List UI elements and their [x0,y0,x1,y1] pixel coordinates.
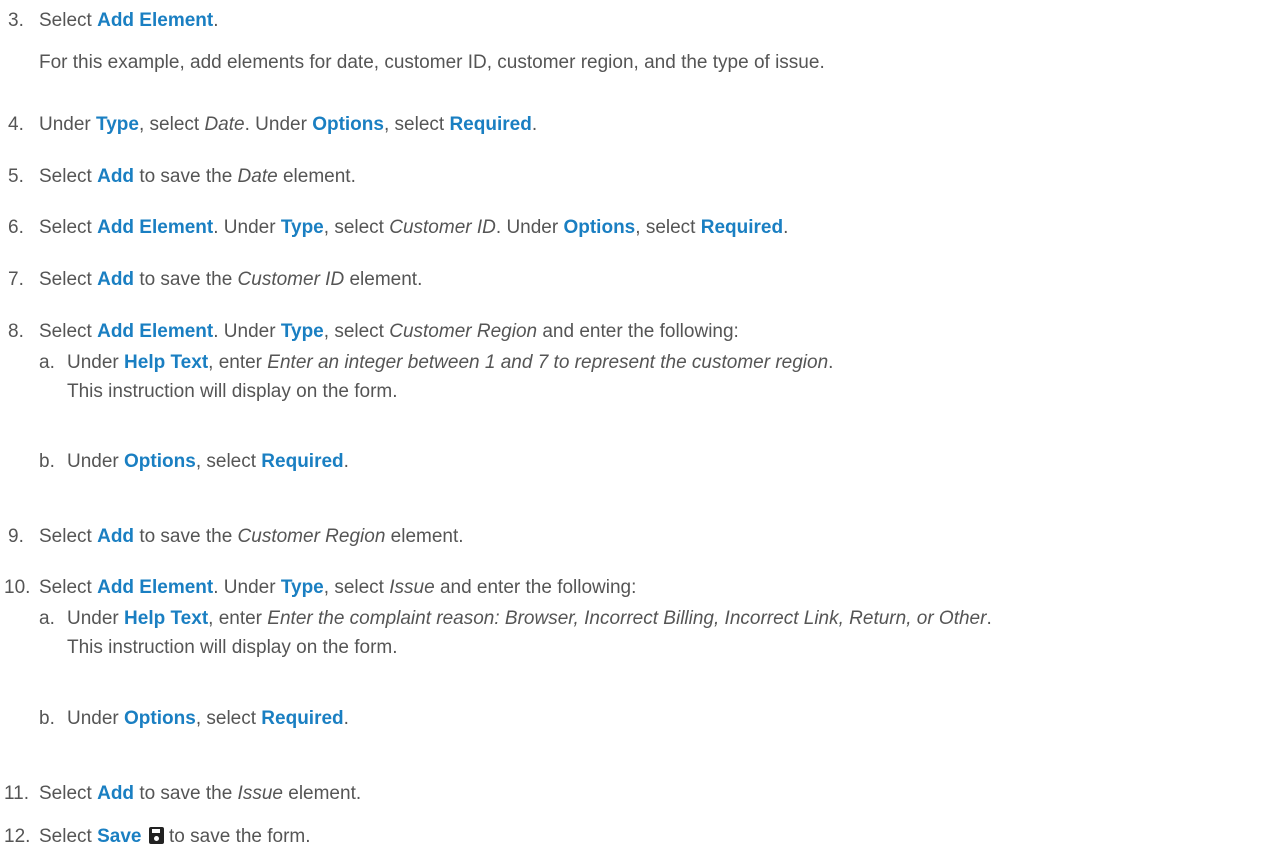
step-10b: b. Under Options, select Required. [39,708,349,729]
substep-letter: a. [39,352,55,373]
step-number: 10. [4,577,31,598]
step-number: 7. [8,269,24,290]
type-link[interactable]: Type [96,114,139,135]
help-text-link[interactable]: Help Text [124,352,208,373]
step-3: 3. Select Add Element. [8,10,219,31]
type-value: Customer ID [389,217,496,238]
type-link[interactable]: Type [281,577,324,598]
step-11: 11. Select Add to save the Issue element. [4,783,362,804]
step-5: 5. Select Add to save the Date element. [8,166,356,187]
required-link[interactable]: Required [701,217,783,238]
substep-letter: b. [39,708,55,729]
help-text-value: Enter the complaint reason: Browser, Inc… [267,608,987,629]
step-10: 10. Select Add Element. Under Type, selec… [4,577,637,598]
element-name: Date [237,166,278,187]
step-6: 6. Select Add Element. Under Type, select… [8,217,789,238]
save-link[interactable]: Save [97,826,141,847]
add-element-link[interactable]: Add Element [97,577,213,598]
type-link[interactable]: Type [281,217,324,238]
options-link[interactable]: Options [312,114,384,135]
substep-letter: b. [39,451,55,472]
type-value: Customer Region [389,321,538,342]
step-number: 4. [8,114,24,135]
add-link[interactable]: Add [97,269,134,290]
step-8a: a. Under Help Text, enter Enter an intege… [39,352,834,373]
step-10a-note: This instruction will display on the for… [67,637,398,658]
substep-letter: a. [39,608,55,629]
step-number: 3. [8,10,24,31]
required-link[interactable]: Required [261,708,343,729]
add-link[interactable]: Add [97,526,134,547]
add-link[interactable]: Add [97,166,134,187]
element-name: Customer ID [237,269,345,290]
step-9: 9. Select Add to save the Customer Region… [8,526,464,547]
add-element-link[interactable]: Add Element [97,10,213,31]
options-link[interactable]: Options [124,708,196,729]
add-element-link[interactable]: Add Element [97,321,213,342]
type-value: Date [204,114,245,135]
type-link[interactable]: Type [281,321,324,342]
element-name: Customer Region [237,526,386,547]
add-link[interactable]: Add [97,783,134,804]
step-number: 8. [8,321,24,342]
options-link[interactable]: Options [563,217,635,238]
step-7: 7. Select Add to save the Customer ID ele… [8,269,423,290]
step-number: 12. [4,826,31,847]
step-number: 5. [8,166,24,187]
step-12: 12. Select Save to save the form. [4,826,311,847]
step-8b: b. Under Options, select Required. [39,451,349,472]
help-text-value: Enter an integer between 1 and 7 to repr… [267,352,829,373]
step-10a: a. Under Help Text, enter Enter the compl… [39,608,992,629]
element-name: Issue [237,783,283,804]
options-link[interactable]: Options [124,451,196,472]
step-4: 4. Under Type, select Date. Under Options… [8,114,538,135]
step-number: 6. [8,217,24,238]
step-8: 8. Select Add Element. Under Type, select… [8,321,739,342]
type-value: Issue [389,577,435,598]
step-number: 9. [8,526,24,547]
required-link[interactable]: Required [261,451,343,472]
help-text-link[interactable]: Help Text [124,608,208,629]
step-number: 11. [4,783,30,804]
floppy-disk-icon [148,827,164,844]
required-link[interactable]: Required [449,114,531,135]
step-8a-note: This instruction will display on the for… [67,381,398,402]
add-element-link[interactable]: Add Element [97,217,213,238]
step-3-note: For this example, add elements for date,… [39,52,825,73]
